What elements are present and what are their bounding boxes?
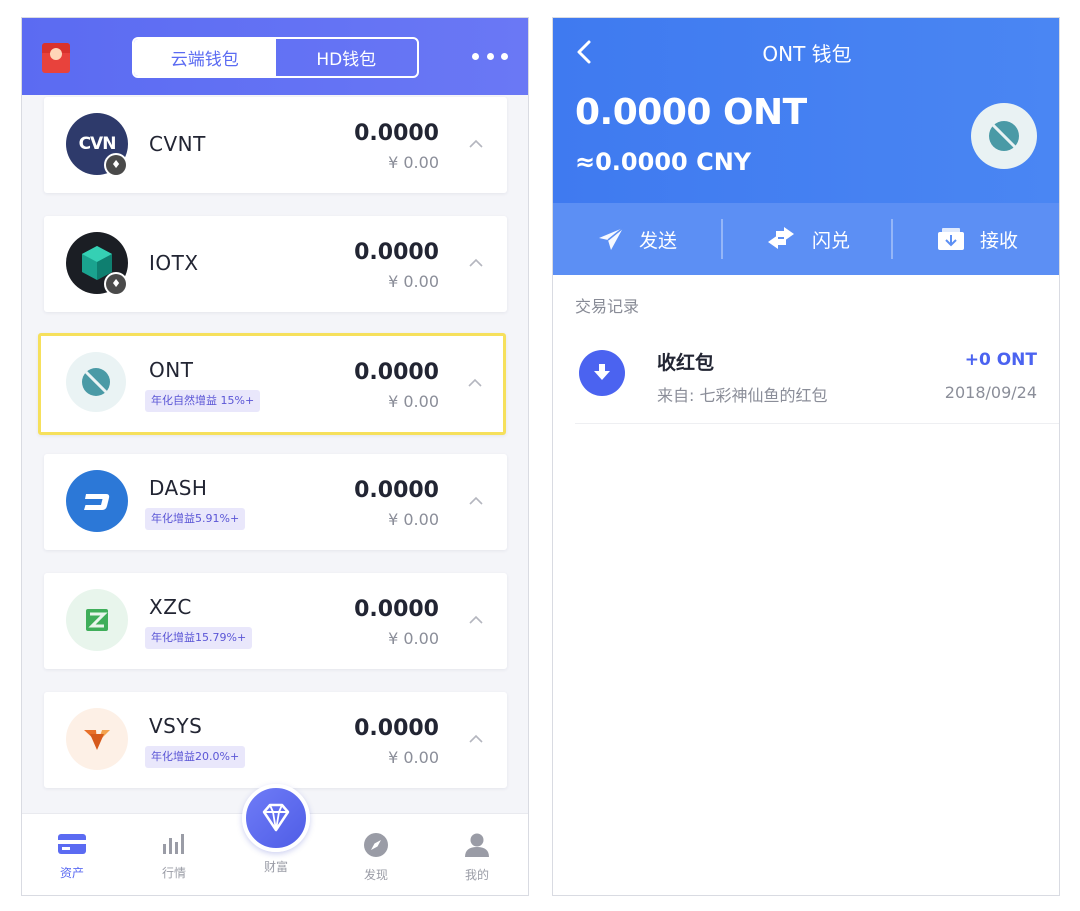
send-label: 发送 (638, 229, 677, 252)
nav-discover[interactable]: 发现 (346, 832, 406, 883)
yield-badge: 年化增益15.79%+ (145, 627, 253, 649)
transaction-history-heading: 交易记录 (575, 297, 640, 316)
coin-card-dash[interactable]: DASH 年化增益5.91%+ 0.0000 ¥ 0.00 (44, 454, 507, 550)
chevron-up-icon[interactable] (469, 256, 483, 270)
coin-name: DASH (149, 476, 208, 500)
transaction-amount: +0 ONT (964, 350, 1037, 370)
swap-button[interactable]: 闪兑 (723, 203, 891, 275)
xzc-z-icon (86, 609, 108, 631)
transaction-date: 2018/09/24 (944, 383, 1037, 402)
ethereum-badge-icon (104, 272, 128, 296)
wallet-header: ONT 钱包 0.0000 ONT ≈0.0000 CNY (553, 18, 1059, 203)
dot-icon (472, 52, 479, 60)
nav-me[interactable]: 我的 (447, 832, 507, 883)
user-icon (465, 833, 489, 857)
nav-market-label: 行情 (161, 866, 186, 880)
chevron-up-icon[interactable] (469, 732, 483, 746)
action-bar: 发送 闪兑 接收 (553, 203, 1059, 275)
tab-hd-wallet[interactable]: HD钱包 (276, 39, 418, 76)
nav-discover-label: 发现 (363, 868, 388, 882)
down-arrow-icon (594, 364, 610, 380)
ont-leaf-icon (82, 368, 110, 396)
chevron-up-icon[interactable] (469, 137, 483, 151)
coin-amount: 0.0000 (354, 121, 439, 146)
nav-wealth[interactable]: 财富 (246, 858, 306, 875)
bottom-navigation: 资产 行情 财富 发现 我的 (22, 784, 528, 895)
dot-icon (501, 52, 508, 60)
red-packet-seal (50, 48, 62, 60)
dot-icon (486, 52, 494, 60)
more-menu-button[interactable] (472, 46, 508, 66)
cny-balance: ≈0.0000 CNY (575, 148, 752, 176)
tab-cloud-wallet[interactable]: 云端钱包 (134, 39, 276, 76)
wealth-fab-button[interactable] (242, 784, 310, 852)
yield-badge: 年化增益5.91%+ (145, 508, 246, 530)
dash-d-icon (84, 494, 110, 510)
nav-assets[interactable]: 资产 (42, 832, 102, 881)
ont-logo-icon (971, 103, 1037, 169)
ethereum-badge-icon (104, 153, 128, 177)
receive-button[interactable]: 接收 (893, 203, 1059, 275)
coin-card-cvnt[interactable]: CVN CVNT 0.0000 ¥ 0.00 (44, 97, 507, 193)
wallet-type-toggle: 云端钱包 HD钱包 (132, 37, 419, 78)
receive-label: 接收 (979, 229, 1018, 252)
coin-name: ONT (149, 358, 194, 382)
wallet-card-icon (58, 834, 86, 854)
wallet-list-screen: 云端钱包 HD钱包 CVN CVNT 0.0000 ¥ 0.00 (21, 17, 529, 896)
coin-cny-value: ¥ 0.00 (388, 748, 439, 767)
transaction-row[interactable]: 收红包 来自: 七彩神仙鱼的红包 +0 ONT 2018/09/24 (575, 336, 1059, 424)
coin-cny-value: ¥ 0.00 (388, 272, 439, 291)
chevron-up-icon[interactable] (468, 376, 482, 390)
coin-name: CVNT (149, 132, 206, 156)
receive-box-icon (937, 228, 964, 250)
nav-assets-label: 资产 (59, 866, 84, 880)
cvnt-logo-text: CVN (78, 134, 117, 154)
coin-card-iotx[interactable]: IOTX 0.0000 ¥ 0.00 (44, 216, 507, 312)
coin-amount: 0.0000 (354, 240, 439, 265)
coin-amount: 0.0000 (354, 716, 439, 741)
nav-market[interactable]: 行情 (144, 832, 204, 881)
coin-name: VSYS (149, 714, 203, 738)
receive-arrow-icon (579, 350, 625, 396)
nav-me-label: 我的 (464, 868, 489, 882)
coin-card-ont[interactable]: ONT 年化自然增益 15%+ 0.0000 ¥ 0.00 (38, 333, 506, 435)
coin-cny-value: ¥ 0.00 (388, 392, 439, 411)
exchange-arrows-icon (767, 227, 794, 249)
coin-name: XZC (149, 595, 192, 619)
top-bar: 云端钱包 HD钱包 (22, 18, 528, 95)
page-title: ONT 钱包 (762, 42, 852, 66)
coin-amount: 0.0000 (354, 478, 439, 503)
ont-balance: 0.0000 ONT (575, 92, 807, 133)
yield-badge: 年化增益20.0%+ (145, 746, 246, 768)
coin-card-vsys[interactable]: VSYS 年化增益20.0%+ 0.0000 ¥ 0.00 (44, 692, 507, 788)
diamond-icon (262, 803, 290, 832)
coin-cny-value: ¥ 0.00 (388, 510, 439, 529)
send-button[interactable]: 发送 (553, 203, 721, 275)
coin-amount: 0.0000 (354, 597, 439, 622)
compass-icon (364, 833, 388, 857)
transaction-source: 来自: 七彩神仙鱼的红包 (657, 386, 828, 405)
coin-name: IOTX (149, 251, 199, 275)
vsys-v-icon (84, 730, 110, 750)
ont-logo-icon (66, 352, 126, 412)
coin-card-xzc[interactable]: XZC 年化增益15.79%+ 0.0000 ¥ 0.00 (44, 573, 507, 669)
paper-plane-icon (598, 227, 624, 250)
nav-wealth-label: 财富 (263, 860, 288, 874)
coin-cny-value: ¥ 0.00 (388, 629, 439, 648)
transaction-title: 收红包 (657, 352, 715, 374)
coin-amount: 0.0000 (354, 360, 439, 385)
dash-logo-icon (66, 470, 128, 532)
chevron-up-icon[interactable] (469, 613, 483, 627)
yield-badge: 年化自然增益 15%+ (145, 390, 261, 412)
ont-leaf-icon (989, 121, 1019, 151)
chevron-up-icon[interactable] (469, 494, 483, 508)
red-packet-icon[interactable] (42, 43, 70, 73)
ont-wallet-screen: ONT 钱包 0.0000 ONT ≈0.0000 CNY 发送 闪兑 接收 交… (552, 17, 1060, 896)
swap-label: 闪兑 (811, 229, 850, 252)
bar-chart-icon (163, 834, 184, 854)
coin-cny-value: ¥ 0.00 (388, 153, 439, 172)
xzc-logo-icon (66, 589, 128, 651)
vsys-logo-icon (66, 708, 128, 770)
